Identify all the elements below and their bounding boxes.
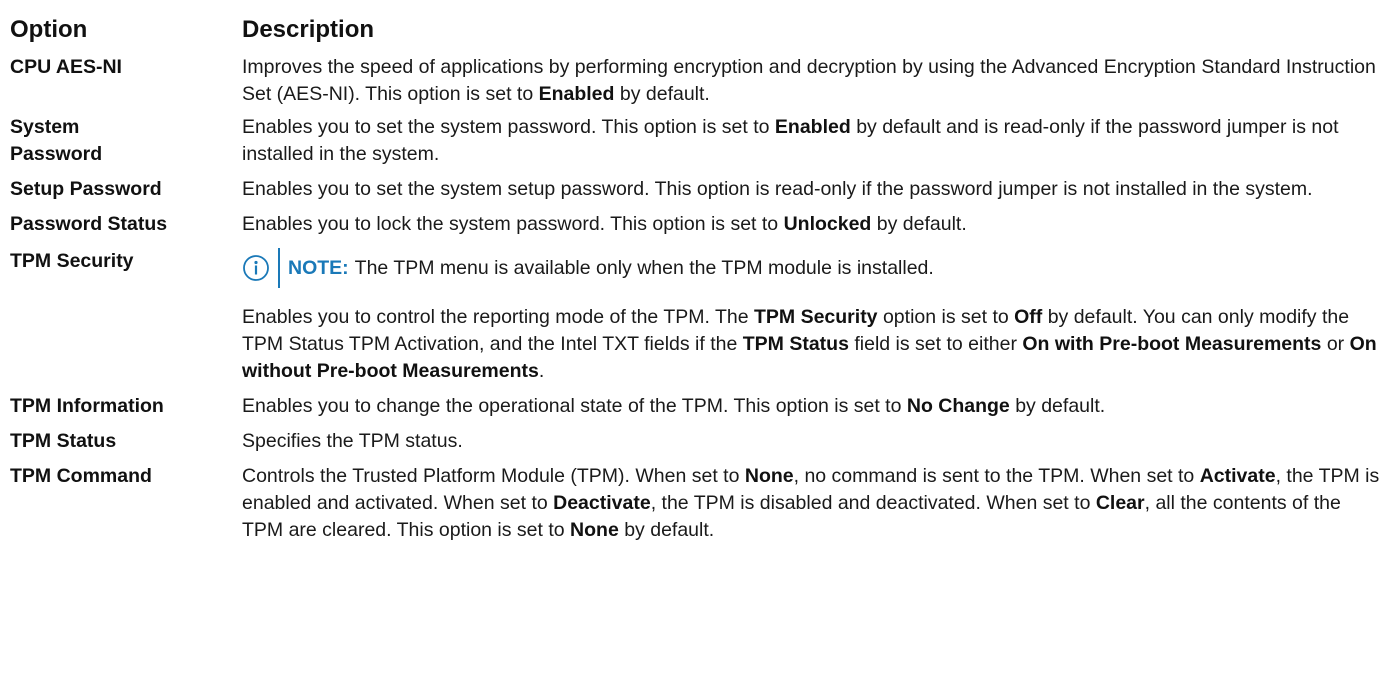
table-row: TPM Security NOTE: The TPM menu is availab… xyxy=(10,248,1382,385)
option-name: TPM Status xyxy=(10,430,117,452)
emphasized-value: Enabled xyxy=(538,83,615,105)
emphasized-value: None xyxy=(570,519,619,541)
description-column-header: Description xyxy=(242,16,375,43)
option-name: System Password xyxy=(10,116,103,165)
description-text: Controls the Trusted Platform Module (TP… xyxy=(242,465,745,487)
option-name: Password Status xyxy=(10,213,168,235)
emphasized-value: TPM Status xyxy=(742,333,849,355)
option-name: Setup Password xyxy=(10,178,162,200)
option-column-header: Option xyxy=(10,16,88,43)
option-description: Improves the speed of applications by pe… xyxy=(242,54,1382,108)
option-description: Specifies the TPM status. xyxy=(242,428,1382,455)
table-row: System Password Enables you to set the sy… xyxy=(10,114,1382,168)
emphasized-value: Enabled xyxy=(774,116,851,138)
emphasized-value: Activate xyxy=(1199,465,1276,487)
emphasized-value: TPM Security xyxy=(754,306,878,328)
table-row: TPM Status Specifies the TPM status. xyxy=(10,428,1382,455)
emphasized-value: None xyxy=(744,465,794,487)
option-description: Enables you to set the system password. … xyxy=(242,114,1382,168)
table-header: Option Description xyxy=(10,12,1382,48)
description-text: Enables you to lock the system password.… xyxy=(242,213,784,235)
option-description: Enables you to change the operational st… xyxy=(242,393,1382,420)
emphasized-value: Off xyxy=(1014,306,1043,328)
emphasized-value: Deactivate xyxy=(553,492,651,514)
table-row: CPU AES-NI Improves the speed of applicat… xyxy=(10,54,1382,108)
description-text: , no command is sent to the TPM. When se… xyxy=(793,465,1200,487)
description-text: by default. xyxy=(1009,395,1106,417)
emphasized-value: No Change xyxy=(906,395,1010,417)
option-name: TPM Security xyxy=(10,250,134,272)
option-name: TPM Command xyxy=(10,465,152,487)
table-row: TPM Command Controls the Trusted Platform… xyxy=(10,463,1382,544)
description-text: Improves the speed of applications by pe… xyxy=(242,56,1376,105)
description-text: or xyxy=(1321,333,1350,355)
note-text: The TPM menu is available only when the … xyxy=(354,256,934,279)
option-description: NOTE: The TPM menu is available only when… xyxy=(242,248,1382,385)
description-text: Enables you to change the operational st… xyxy=(242,395,907,417)
table-row: TPM Information Enables you to change the… xyxy=(10,393,1382,420)
description-text: field is set to either xyxy=(848,333,1023,355)
description-text: by default. xyxy=(871,213,967,235)
description-text: option is set to xyxy=(877,306,1015,328)
option-description: Enables you to set the system setup pass… xyxy=(242,176,1382,203)
option-name: CPU AES-NI xyxy=(10,56,122,78)
options-table: Option Description CPU AES-NI Improves th… xyxy=(10,12,1382,544)
option-description: Enables you to lock the system password.… xyxy=(242,211,1382,238)
description-text: Enables you to set the system setup pass… xyxy=(242,178,1313,200)
option-description: Controls the Trusted Platform Module (TP… xyxy=(242,463,1382,544)
emphasized-value: Clear xyxy=(1095,492,1145,514)
description-text: , the TPM is disabled and deactivated. W… xyxy=(650,492,1096,514)
description-text: . xyxy=(538,360,545,382)
description-text: Specifies the TPM status. xyxy=(242,430,463,452)
description-text: by default. xyxy=(614,83,710,105)
note-callout: NOTE: The TPM menu is available only when… xyxy=(242,248,1382,288)
description-text: Enables you to set the system password. … xyxy=(242,116,775,138)
description-text: Enables you to control the reporting mod… xyxy=(242,306,754,328)
table-row: Setup Password Enables you to set the sys… xyxy=(10,176,1382,203)
emphasized-value: Unlocked xyxy=(783,213,872,235)
emphasized-value: On with Pre-boot Measurements xyxy=(1022,333,1322,355)
note-divider xyxy=(278,248,280,288)
note-label: NOTE: xyxy=(288,256,349,279)
table-row: Password Status Enables you to lock the s… xyxy=(10,211,1382,238)
option-name: TPM Information xyxy=(10,395,164,417)
description-text: by default. xyxy=(618,519,715,541)
info-icon xyxy=(242,254,276,282)
table-body: CPU AES-NI Improves the speed of applicat… xyxy=(10,54,1382,544)
